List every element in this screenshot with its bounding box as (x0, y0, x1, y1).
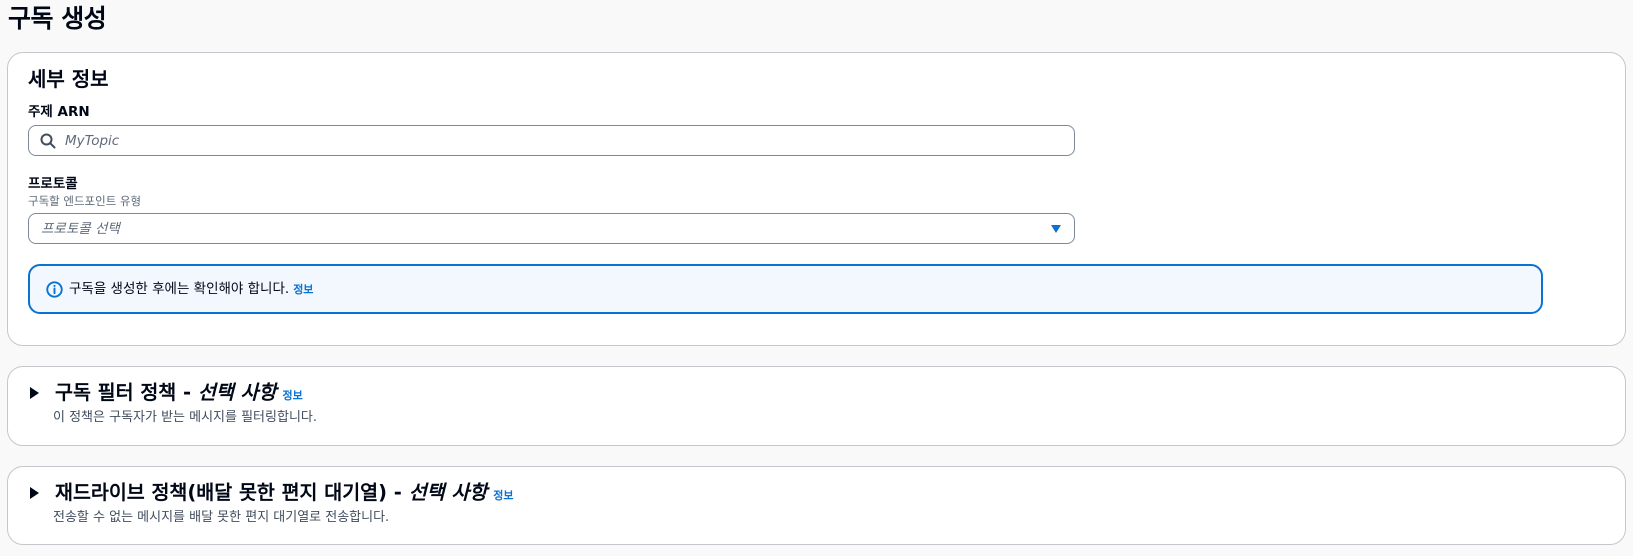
alert-message: 구독을 생성한 후에는 확인해야 합니다. 정보 (69, 280, 313, 299)
filter-policy-container: 구독 필터 정책 - 선택 사항 정보 이 정책은 구독자가 받는 메시지를 필… (7, 366, 1626, 446)
redrive-policy-expand-toggle[interactable]: 재드라이브 정책(배달 못한 편지 대기열) - 선택 사항 정보 (28, 479, 514, 507)
alert-text: 구독을 생성한 후에는 확인해야 합니다. (69, 281, 290, 297)
filter-policy-title-text: 구독 필터 정책 - (55, 381, 198, 404)
search-icon (40, 133, 56, 149)
details-container: 세부 정보 주제 ARN 프로토콜 구독할 엔드포인트 유형 프로토콜 선택 구… (7, 52, 1626, 346)
protocol-select-placeholder: 프로토콜 선택 (41, 221, 120, 237)
filter-policy-title: 구독 필터 정책 - 선택 사항 (55, 379, 276, 407)
topic-arn-label: 주제 ARN (28, 104, 90, 120)
redrive-policy-optional: 선택 사항 (408, 481, 488, 504)
caret-right-icon (30, 387, 39, 399)
filter-policy-optional: 선택 사항 (197, 381, 277, 404)
topic-arn-input[interactable] (65, 126, 1055, 155)
redrive-policy-description: 전송할 수 없는 메시지를 배달 못한 편지 대기열로 전송합니다. (53, 510, 390, 525)
caret-down-icon (1051, 225, 1061, 233)
redrive-policy-title: 재드라이브 정책(배달 못한 편지 대기열) - 선택 사항 (55, 479, 487, 507)
page-title: 구독 생성 (8, 4, 107, 33)
alert-info-link[interactable]: 정보 (293, 283, 313, 296)
redrive-policy-title-text: 재드라이브 정책(배달 못한 편지 대기열) - (55, 481, 409, 504)
topic-arn-field[interactable] (28, 125, 1075, 156)
protocol-label: 프로토콜 (28, 176, 78, 192)
details-title: 세부 정보 (28, 67, 109, 91)
redrive-policy-info-link[interactable]: 정보 (493, 487, 513, 503)
filter-policy-expand-toggle[interactable]: 구독 필터 정책 - 선택 사항 정보 (28, 379, 303, 407)
filter-policy-description: 이 정책은 구독자가 받는 메시지를 필터링합니다. (53, 410, 317, 425)
redrive-policy-container: 재드라이브 정책(배달 못한 편지 대기열) - 선택 사항 정보 전송할 수 … (7, 466, 1626, 545)
confirmation-info-alert: 구독을 생성한 후에는 확인해야 합니다. 정보 (28, 264, 1543, 314)
protocol-description: 구독할 엔드포인트 유형 (28, 194, 142, 208)
filter-policy-info-link[interactable]: 정보 (282, 387, 302, 403)
protocol-select[interactable]: 프로토콜 선택 (28, 213, 1075, 244)
info-icon (46, 281, 63, 298)
caret-right-icon (30, 487, 39, 499)
